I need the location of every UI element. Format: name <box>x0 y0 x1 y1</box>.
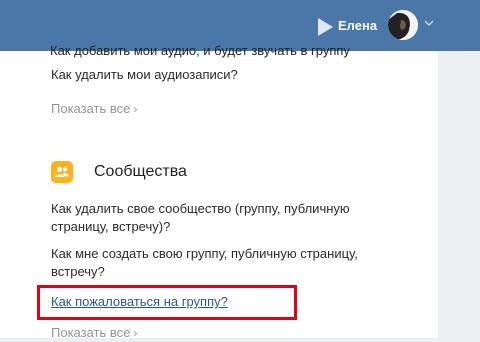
question-create-group[interactable]: Как мне создать свою группу, публичную с… <box>51 245 396 281</box>
chevron-down-icon[interactable] <box>424 19 434 27</box>
avatar[interactable] <box>388 10 418 40</box>
highlight-box <box>37 285 297 320</box>
cut-question[interactable]: Как добавить мои аудио, и будет звучать … <box>50 43 350 58</box>
chevron-right-icon: › <box>133 102 138 116</box>
show-all-communities[interactable]: Показать все › <box>51 324 137 342</box>
show-all-label: Показать все <box>51 101 131 116</box>
question-delete-audio[interactable]: Как удалить мои аудиозаписи? <box>51 66 391 84</box>
communities-title: Сообщества <box>94 163 187 180</box>
user-name[interactable]: Елена <box>338 17 377 35</box>
show-all-music[interactable]: Показать все › <box>51 100 137 118</box>
communities-icon <box>51 161 73 183</box>
play-icon[interactable] <box>318 18 333 36</box>
question-delete-community[interactable]: Как удалить свое сообщество (группу, пуб… <box>51 200 386 236</box>
